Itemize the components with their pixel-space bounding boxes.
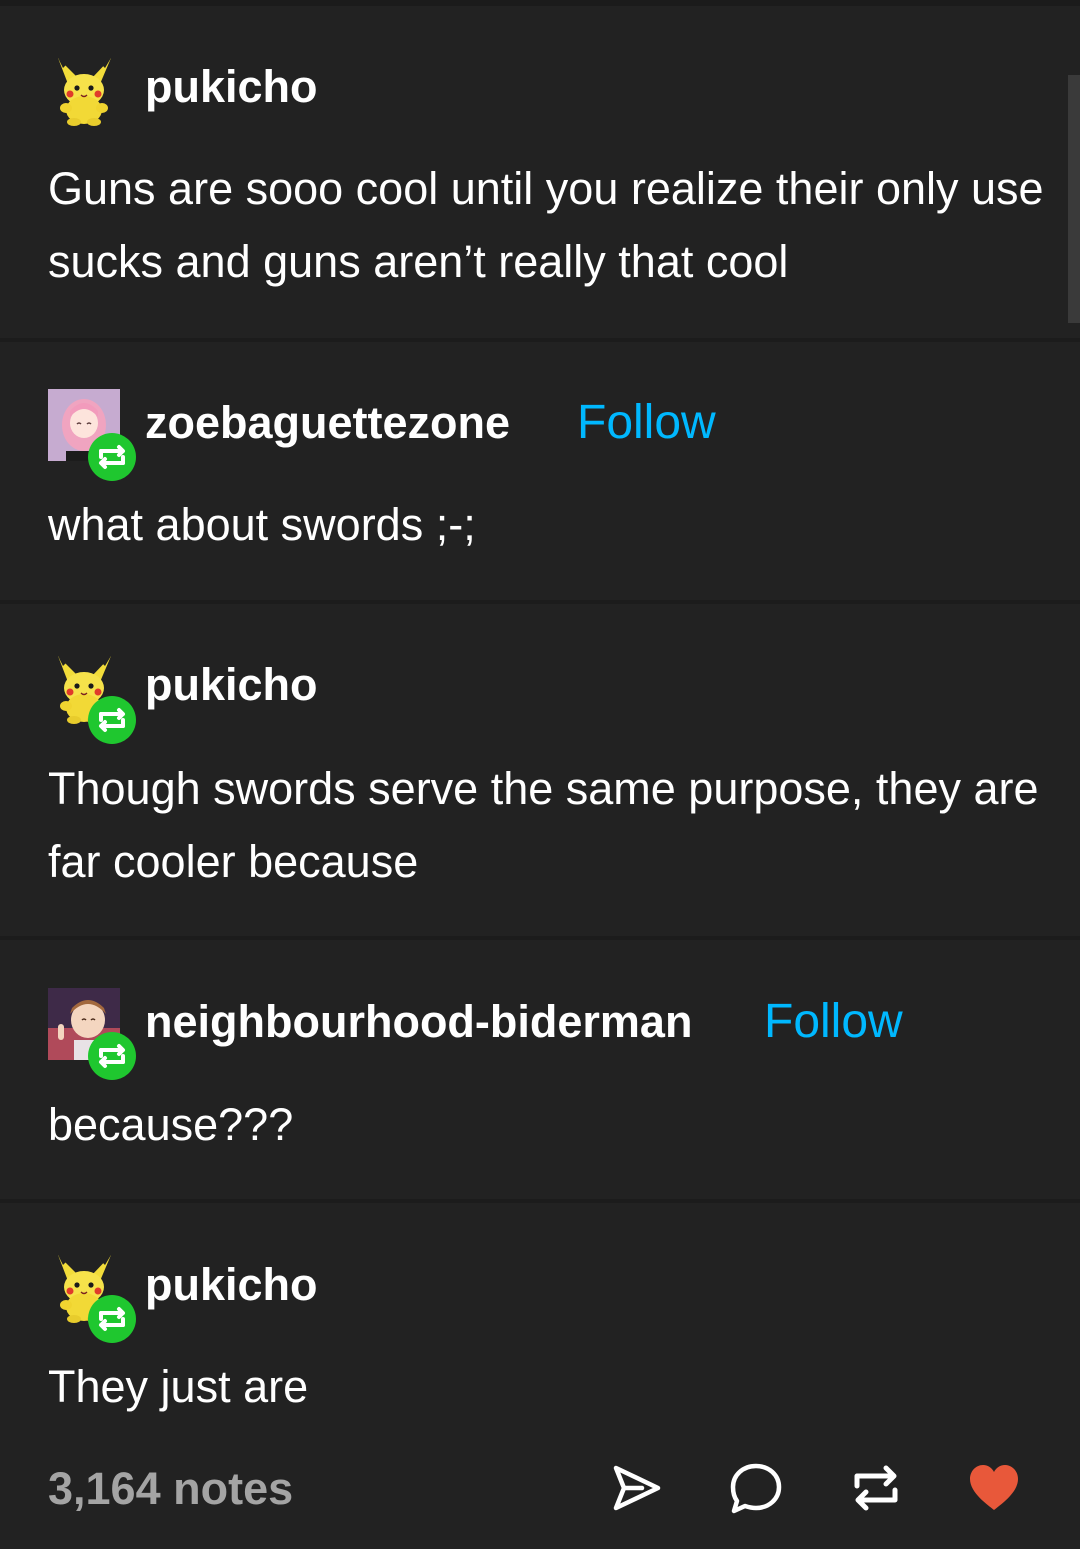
avatar[interactable] [48, 652, 136, 744]
pikachu-plush-avatar-icon [48, 54, 120, 126]
post-text: They just are [48, 1361, 309, 1412]
post-text: what about swords ;-; [48, 499, 476, 550]
reblog-icon [99, 1307, 125, 1331]
reblog-icon [99, 708, 125, 732]
reblog-badge [88, 1032, 136, 1080]
post-text: because??? [48, 1099, 294, 1150]
reply-icon[interactable] [728, 1460, 784, 1516]
avatar[interactable] [48, 988, 136, 1080]
reblog-badge [88, 433, 136, 481]
divider [0, 936, 1080, 940]
avatar[interactable] [48, 1251, 136, 1343]
top-edge [0, 0, 1080, 6]
avatar[interactable] [48, 389, 136, 481]
divider [0, 338, 1080, 342]
reblog-badge [88, 1295, 136, 1343]
divider [0, 600, 1080, 604]
share-icon[interactable] [608, 1460, 664, 1516]
reblog-badge [88, 696, 136, 744]
reblog-icon [99, 1044, 125, 1068]
scrollbar[interactable] [1068, 75, 1080, 323]
follow-button[interactable]: Follow [577, 398, 716, 448]
notes-count[interactable]: 3,164 notes [48, 1462, 293, 1516]
post-text: Guns are sooo cool until you realize the… [48, 163, 1044, 287]
avatar[interactable] [48, 54, 120, 126]
divider [0, 1199, 1080, 1203]
follow-button[interactable]: Follow [764, 997, 903, 1047]
reblog-icon[interactable] [848, 1460, 904, 1516]
reblog-icon [99, 445, 125, 469]
username[interactable]: pukicho [145, 1260, 318, 1310]
username[interactable]: pukicho [145, 62, 318, 112]
post-text: Though swords serve the same purpose, th… [48, 763, 1039, 887]
like-heart-icon[interactable] [966, 1460, 1022, 1516]
username[interactable]: neighbourhood-biderman [145, 997, 692, 1047]
username[interactable]: pukicho [145, 660, 318, 710]
username[interactable]: zoebaguettezone [145, 398, 510, 448]
